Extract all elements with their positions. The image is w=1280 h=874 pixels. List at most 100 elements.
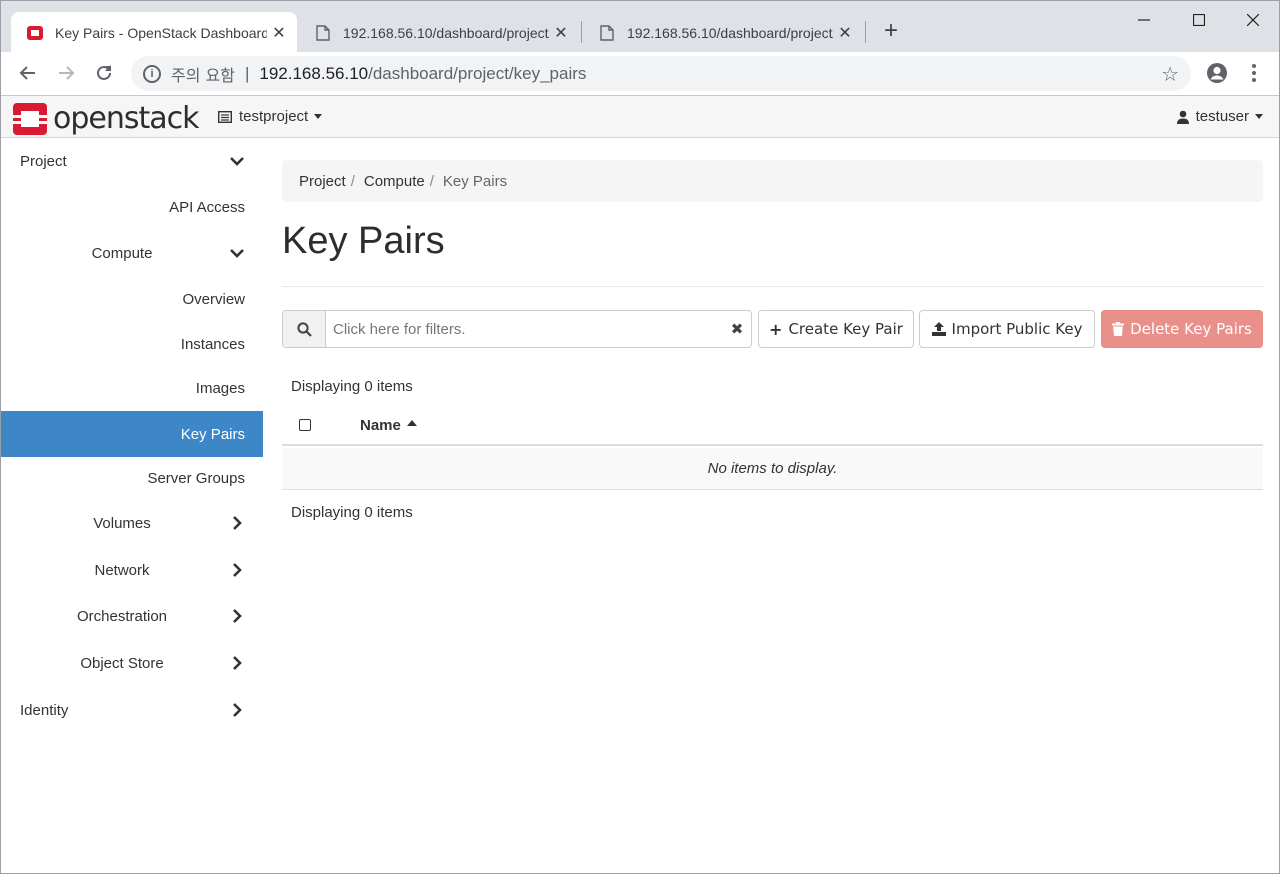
bookmark-star-icon[interactable]: ☆ <box>1161 62 1179 87</box>
minimize-icon[interactable] <box>1124 7 1164 33</box>
sidebar-item-label: Orchestration <box>76 607 168 625</box>
sidebar-item-orchestration[interactable]: Orchestration <box>1 593 263 639</box>
page-icon <box>599 24 615 41</box>
breadcrumb-project[interactable]: Project <box>299 173 346 190</box>
profile-avatar-icon[interactable] <box>1205 61 1229 85</box>
tab-title: 192.168.56.10/dashboard/project/ <box>343 24 549 41</box>
tab-title: Key Pairs - OpenStack Dashboard <box>55 24 267 41</box>
forward-arrow-icon[interactable] <box>51 58 81 88</box>
sidebar-item-label: API Access <box>169 198 245 216</box>
sidebar: Project API Access Compute Overview Inst… <box>1 138 263 873</box>
button-label: Import Public Key <box>951 320 1083 338</box>
tab-close-icon[interactable]: ✕ <box>267 23 291 43</box>
maximize-icon[interactable] <box>1179 7 1219 33</box>
upload-icon <box>931 322 946 336</box>
sidebar-item-volumes[interactable]: Volumes <box>1 500 263 546</box>
sidebar-item-network[interactable]: Network <box>1 547 263 593</box>
tab-title: 192.168.56.10/dashboard/project/ <box>627 24 833 41</box>
openstack-logo-icon <box>13 102 47 135</box>
new-tab-icon[interactable]: + <box>877 18 905 46</box>
delete-key-pairs-button[interactable]: Delete Key Pairs <box>1101 310 1263 348</box>
project-icon <box>218 110 232 123</box>
import-public-key-button[interactable]: Import Public Key <box>919 310 1095 348</box>
sidebar-item-label: Images <box>195 379 245 397</box>
breadcrumb-compute[interactable]: Compute <box>364 173 425 190</box>
column-header-label: Name <box>360 416 401 434</box>
browser-tab[interactable]: 192.168.56.10/dashboard/project/ ✕ <box>583 12 863 53</box>
page-viewport: openstack testproject testuser Project A… <box>0 95 1280 874</box>
tab-close-icon[interactable]: ✕ <box>549 23 573 43</box>
sidebar-item-identity[interactable]: Identity <box>1 687 263 733</box>
tab-divider <box>865 21 866 43</box>
page-icon <box>315 24 331 41</box>
window-close-icon[interactable] <box>1233 7 1273 33</box>
url-path: /dashboard/project/key_pairs <box>368 63 587 83</box>
breadcrumb-separator: / <box>350 172 355 190</box>
security-warning-label[interactable]: 주의 요함 <box>171 62 235 86</box>
column-header-name[interactable]: Name <box>360 417 417 434</box>
sort-ascending-icon <box>406 420 417 426</box>
breadcrumb: Project / Compute / Key Pairs <box>282 160 1263 202</box>
title-divider <box>282 286 1263 287</box>
empty-table-message: No items to display. <box>282 448 1263 490</box>
items-count-top: Displaying 0 items <box>291 378 413 395</box>
address-bar[interactable]: i 주의 요함 | 192.168.56.10 /dashboard/proje… <box>131 56 1191 91</box>
button-label: Create Key Pair <box>788 320 903 338</box>
tab-close-icon[interactable]: ✕ <box>833 23 857 43</box>
browser-toolbar: i 주의 요함 | 192.168.56.10 /dashboard/proje… <box>0 52 1280 95</box>
project-selector[interactable]: testproject <box>218 108 323 125</box>
clear-filter-icon[interactable]: ✖ <box>723 320 751 338</box>
sidebar-item-key-pairs[interactable]: Key Pairs <box>1 411 263 457</box>
browser-menu-icon[interactable] <box>1247 61 1261 85</box>
top-navbar: openstack testproject testuser <box>1 95 1279 138</box>
sidebar-item-label: Identity <box>20 701 69 719</box>
caret-down-icon <box>1255 114 1263 119</box>
browser-tab[interactable]: 192.168.56.10/dashboard/project/ ✕ <box>299 12 579 53</box>
back-arrow-icon[interactable] <box>13 58 43 88</box>
table-header: Name <box>282 406 1263 446</box>
chevron-right-icon <box>233 609 242 623</box>
address-separator: | <box>244 63 250 83</box>
sidebar-item-label: Overview <box>182 290 245 308</box>
chevron-right-icon <box>233 703 242 717</box>
trash-icon <box>1112 322 1125 336</box>
openstack-favicon-icon <box>27 25 43 41</box>
sidebar-item-images[interactable]: Images <box>1 365 263 411</box>
sidebar-item-label: Server Groups <box>147 469 245 487</box>
page-title: Key Pairs <box>282 220 445 262</box>
project-name: testproject <box>239 108 309 125</box>
sidebar-item-overview[interactable]: Overview <box>1 276 263 322</box>
sidebar-item-instances[interactable]: Instances <box>1 321 263 367</box>
user-name: testuser <box>1195 108 1249 125</box>
select-all-checkbox[interactable] <box>299 419 311 431</box>
filter-input[interactable] <box>326 320 723 338</box>
chevron-down-icon <box>230 249 244 258</box>
search-icon[interactable] <box>283 311 326 347</box>
sidebar-item-label: Volumes <box>93 514 151 532</box>
url-host: 192.168.56.10 <box>259 63 369 83</box>
reload-icon[interactable] <box>89 58 119 88</box>
sidebar-item-server-groups[interactable]: Server Groups <box>1 455 263 501</box>
sidebar-item-object-store[interactable]: Object Store <box>1 640 263 686</box>
sidebar-item-project[interactable]: Project <box>1 138 263 184</box>
tab-divider <box>581 21 582 43</box>
filter-box: ✖ <box>282 310 752 348</box>
brand-name: openstack <box>53 101 200 136</box>
breadcrumb-separator: / <box>429 172 434 190</box>
user-icon <box>1176 110 1189 124</box>
sidebar-item-label: Key Pairs <box>180 425 245 443</box>
browser-tab-active[interactable]: Key Pairs - OpenStack Dashboard ✕ <box>11 12 297 53</box>
plus-icon: + <box>769 319 783 339</box>
chevron-down-icon <box>230 157 244 166</box>
user-menu[interactable]: testuser <box>1176 108 1263 125</box>
sidebar-item-api-access[interactable]: API Access <box>1 184 263 230</box>
browser-tabstrip: Key Pairs - OpenStack Dashboard ✕ 192.16… <box>0 0 1280 53</box>
create-key-pair-button[interactable]: + Create Key Pair <box>758 310 914 348</box>
sidebar-item-label: Compute <box>91 244 153 262</box>
openstack-logo[interactable]: openstack <box>13 101 200 136</box>
items-count-bottom: Displaying 0 items <box>291 504 413 521</box>
info-icon[interactable]: i <box>143 64 161 83</box>
sidebar-item-compute[interactable]: Compute <box>1 230 263 276</box>
button-label: Delete Key Pairs <box>1130 320 1252 338</box>
sidebar-item-label: Network <box>94 561 150 579</box>
